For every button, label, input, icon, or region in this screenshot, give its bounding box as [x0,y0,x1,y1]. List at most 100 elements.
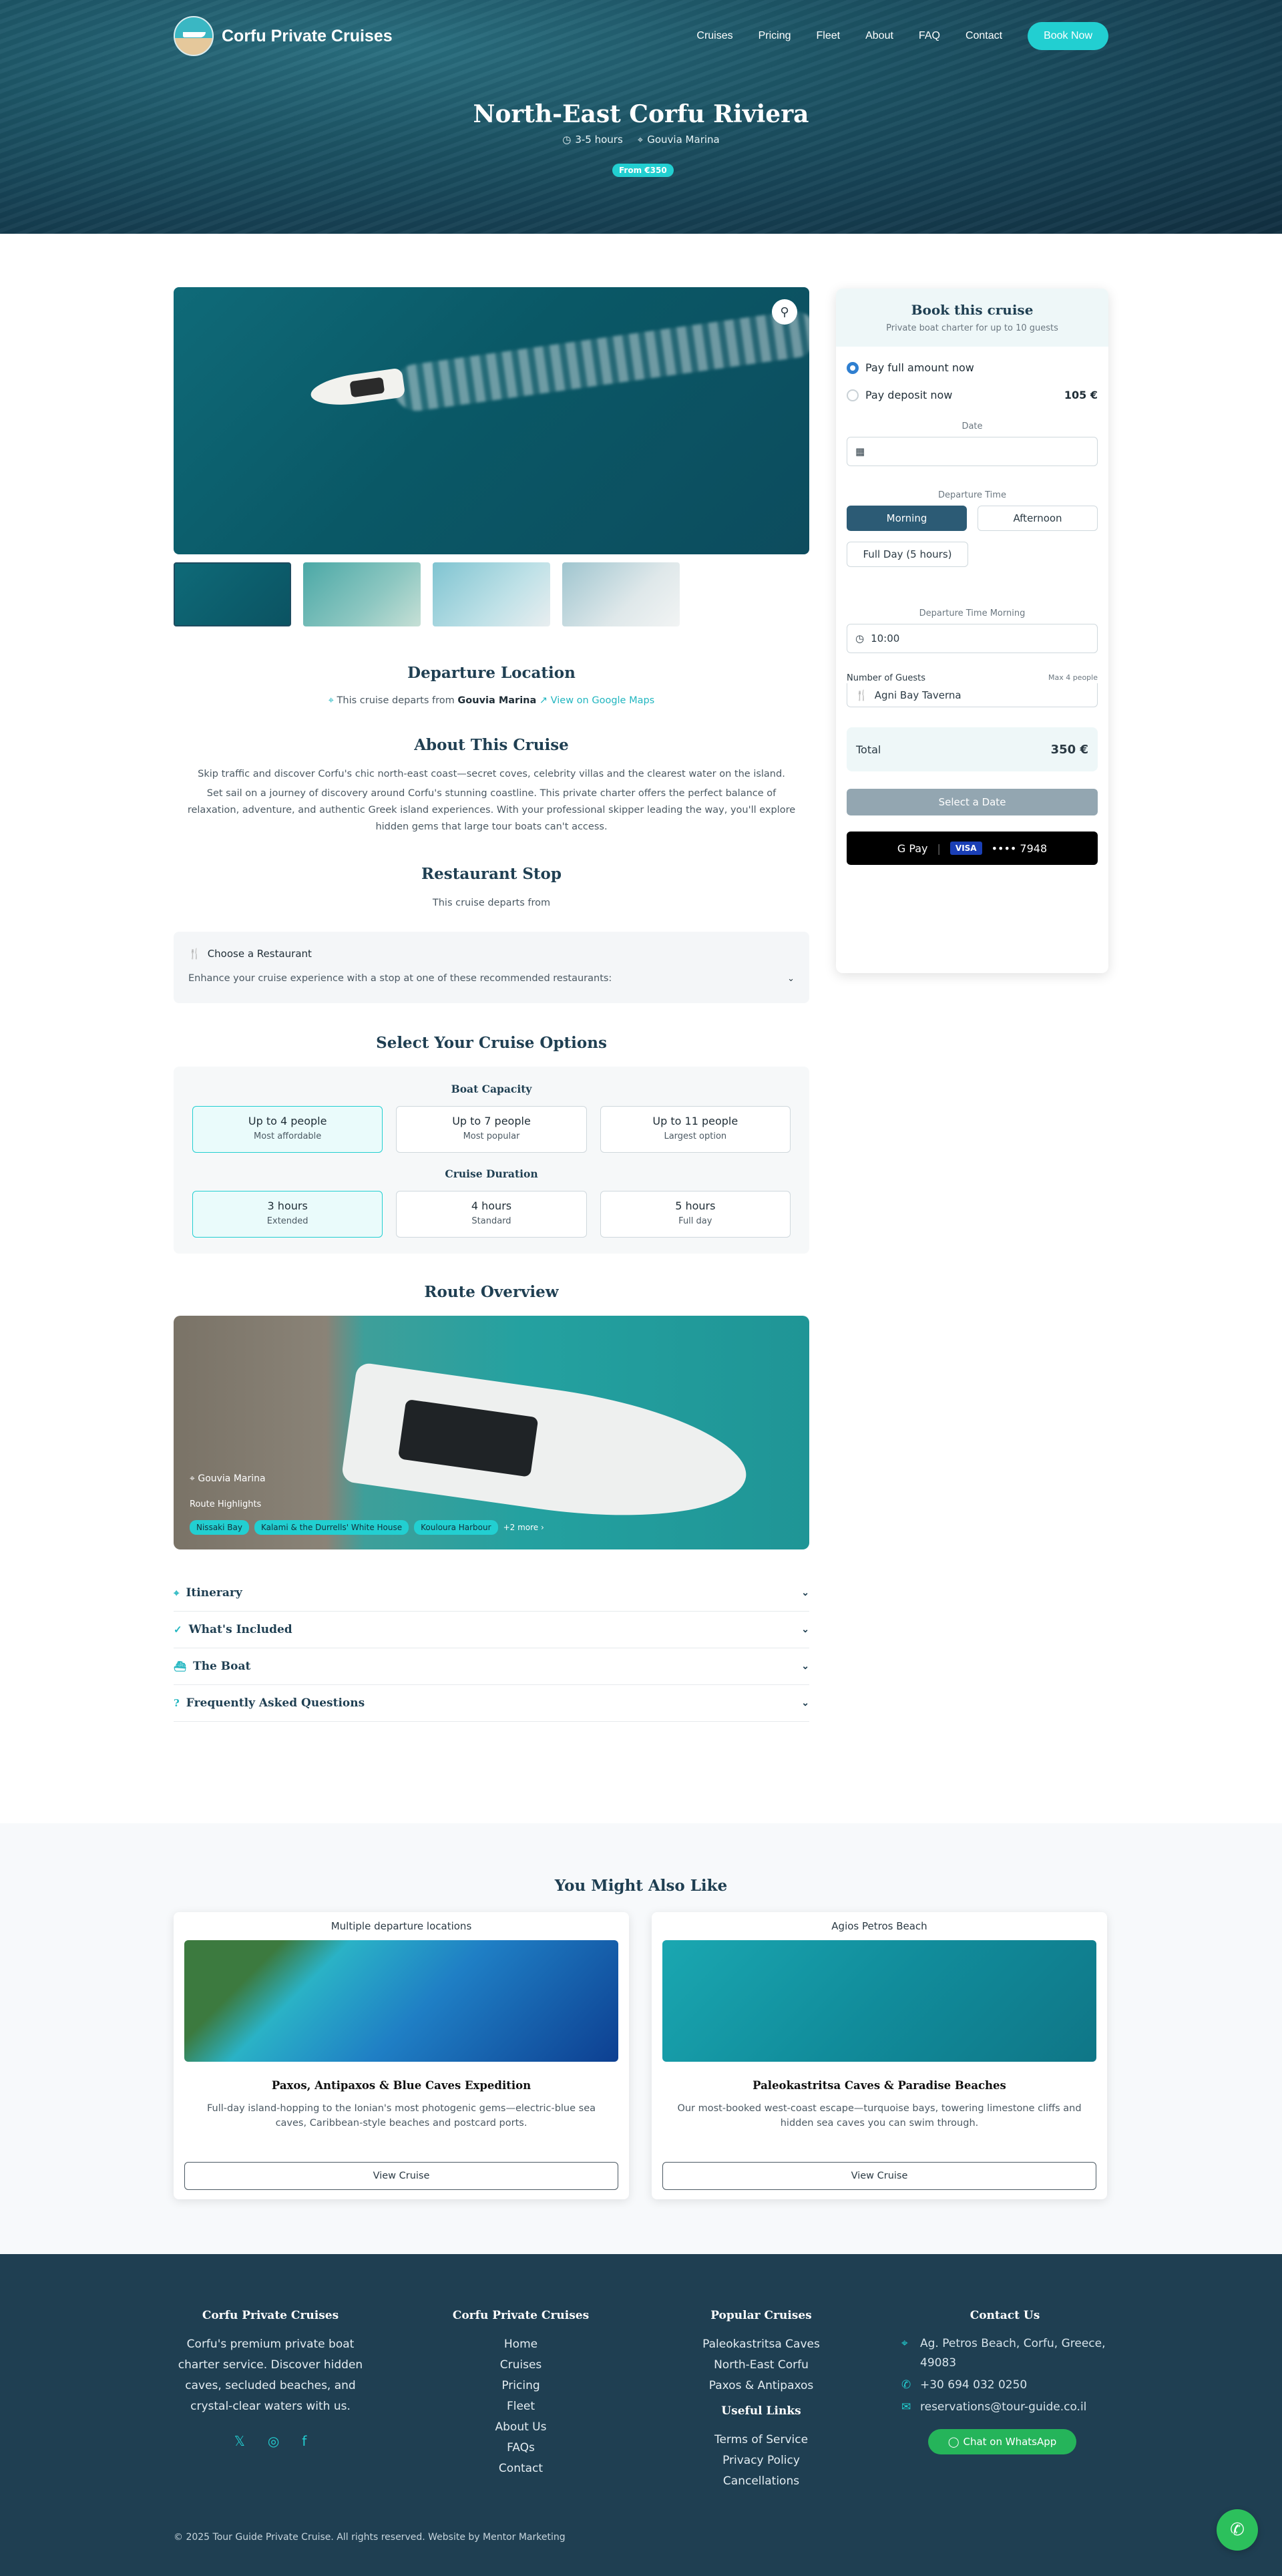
footer-link-faqs[interactable]: FAQs [434,2438,608,2458]
afternoon-button[interactable]: Afternoon [978,506,1098,531]
chevron-down-icon: ⌄ [801,1698,809,1708]
nav-pricing[interactable]: Pricing [759,30,791,42]
select-date-button[interactable]: Select a Date [847,789,1098,815]
boat-icon: ⛴ [174,1660,187,1672]
pin-icon: ⌖ [637,134,644,146]
footer-link-home[interactable]: Home [434,2334,608,2355]
chevron-down-icon[interactable]: ⌄ [787,974,795,984]
check-circle-icon: ✓ [174,1624,182,1636]
utensils-icon: 🍴 [188,948,201,960]
booking-panel: Book this cruise Private boat charter fo… [836,289,1108,973]
date-input[interactable]: ▦ [847,437,1098,466]
google-pay-button[interactable]: G Pay | VISA •••• 7948 [847,832,1098,865]
external-link-icon: ↗ [539,695,548,706]
restaurant-dropdown[interactable]: 🍴 Choose a Restaurant Enhance your cruis… [174,932,809,1003]
restaurant-select[interactable]: 🍴 Agni Bay Taverna [847,683,1098,707]
footer-link-terms[interactable]: Terms of Service [674,2430,848,2450]
card-image[interactable] [184,1940,618,2062]
duration-option-3h[interactable]: 3 hours Extended [192,1191,383,1238]
nav-cruises[interactable]: Cruises [696,30,732,42]
x-icon[interactable]: 𝕏 [234,2433,245,2449]
contact-phone[interactable]: ✆ +30 694 032 0250 [901,2376,1108,2395]
thumbnail[interactable] [303,562,421,626]
instagram-icon[interactable]: ◎ [268,2433,279,2449]
top-nav: Corfu Private Cruises Cruises Pricing Fl… [174,16,1108,56]
restaurant-title: Restaurant Stop [421,865,562,883]
zoom-icon[interactable]: ⚲ [772,299,797,325]
booking-title: Book this cruise [911,302,1034,318]
footer-link-privacy[interactable]: Privacy Policy [674,2450,848,2471]
footer-link-about[interactable]: About Us [434,2417,608,2438]
facebook-icon[interactable]: f [302,2433,306,2449]
footer-link-cruises[interactable]: Cruises [434,2355,608,2376]
accordion-itinerary[interactable]: ⌖ Itinerary ⌄ [174,1575,809,1612]
clock-icon: ◷ [855,632,865,645]
capacity-option-11[interactable]: Up to 11 people Largest option [600,1106,791,1153]
footer-links-title: Corfu Private Cruises [452,2309,590,2322]
contact-email[interactable]: ✉ reservations@tour-guide.co.il [901,2398,1108,2417]
utensils-icon: 🍴 [855,689,868,701]
footer-brand-text: Corfu's premium private boat charter ser… [178,2338,363,2413]
footer-link-fleet[interactable]: Fleet [434,2396,608,2417]
time-morning-label: Departure Time Morning [919,608,1026,618]
related-card: Agios Petros Beach Paleokastritsa Caves … [652,1912,1107,2199]
footer-link-contact[interactable]: Contact [434,2458,608,2479]
pay-full-radio[interactable]: Pay full amount now [847,361,1098,374]
related-title: You Might Also Like [554,1877,728,1895]
total-value: 350 € [1050,742,1088,757]
footer-link-paxos[interactable]: Paxos & Antipaxos [674,2376,848,2396]
phone-icon: ✆ [901,2378,911,2392]
google-maps-link[interactable]: View on Google Maps [551,695,655,706]
footer-link-pricing[interactable]: Pricing [434,2376,608,2396]
accordion-included[interactable]: ✓ What's Included ⌄ [174,1612,809,1648]
thumbnail[interactable] [174,562,291,626]
route-chip: Kouloura Harbour [414,1520,498,1535]
accordion-faq[interactable]: ? Frequently Asked Questions ⌄ [174,1685,809,1722]
duration-option-5h[interactable]: 5 hours Full day [600,1191,791,1238]
card-desc: Our most-booked west-coast escape—turquo… [677,2103,1082,2129]
card-title[interactable]: Paxos, Antipaxos & Blue Caves Expedition [184,2079,618,2092]
time-select[interactable]: ◷ 10:00 [847,624,1098,653]
duration-meta: ◷ 3-5 hours [562,134,623,146]
nav-faq[interactable]: FAQ [919,30,940,42]
useful-links-title: Useful Links [721,2404,801,2418]
departure-time-label: Departure Time [938,490,1006,500]
choose-restaurant-label: Choose a Restaurant [207,948,312,960]
card-title[interactable]: Paleokastritsa Caves & Paradise Beaches [662,2079,1096,2092]
footer-link-paleokastritsa[interactable]: Paleokastritsa Caves [674,2334,848,2355]
chevron-down-icon: ⌄ [801,1588,809,1598]
full-day-button[interactable]: Full Day (5 hours) [847,542,968,567]
calendar-icon: ▦ [855,445,865,457]
pay-deposit-radio[interactable]: Pay deposit now 105 € [847,389,1098,401]
nav-about[interactable]: About [865,30,893,42]
total-label: Total [856,743,881,756]
about-intro: Skip traffic and discover Corfu's chic n… [198,769,785,779]
view-cruise-button[interactable]: View Cruise [662,2162,1096,2190]
morning-button[interactable]: Morning [847,506,967,531]
deposit-amount: 105 € [1064,389,1098,401]
logo-icon[interactable] [174,16,214,56]
brand-name[interactable]: Corfu Private Cruises [222,27,393,46]
footer-link-cancellations[interactable]: Cancellations [674,2471,848,2492]
whatsapp-button[interactable]: ◯ Chat on WhatsApp [928,2429,1076,2454]
thumbnail[interactable] [562,562,680,626]
pin-icon: ⌖ [190,1473,198,1484]
accordion-boat[interactable]: ⛴ The Boat ⌄ [174,1648,809,1685]
more-highlights[interactable]: +2 more › [503,1523,544,1532]
copyright: © 2025 Tour Guide Private Cruise. All ri… [174,2532,566,2543]
capacity-option-4[interactable]: Up to 4 people Most affordable [192,1106,383,1153]
thumbnail[interactable] [433,562,550,626]
nav-fleet[interactable]: Fleet [817,30,841,42]
duration-option-4h[interactable]: 4 hours Standard [396,1191,587,1238]
footer-link-northeast[interactable]: North-East Corfu [674,2355,848,2376]
nav-contact[interactable]: Contact [966,30,1002,42]
guests-label: Number of Guests [847,673,925,683]
capacity-option-7[interactable]: Up to 7 people Most popular [396,1106,587,1153]
book-now-button[interactable]: Book Now [1028,22,1108,50]
card-image[interactable] [662,1940,1096,2062]
phone-fab-icon[interactable]: ✆ [1217,2509,1258,2551]
view-cruise-button[interactable]: View Cruise [184,2162,618,2190]
main-gallery-image[interactable]: ⚲ [174,287,809,554]
card-desc: Full-day island-hopping to the Ionian's … [206,2103,596,2129]
route-map-image: ⌖ Gouvia Marina Route Highlights Nissaki… [174,1316,809,1549]
